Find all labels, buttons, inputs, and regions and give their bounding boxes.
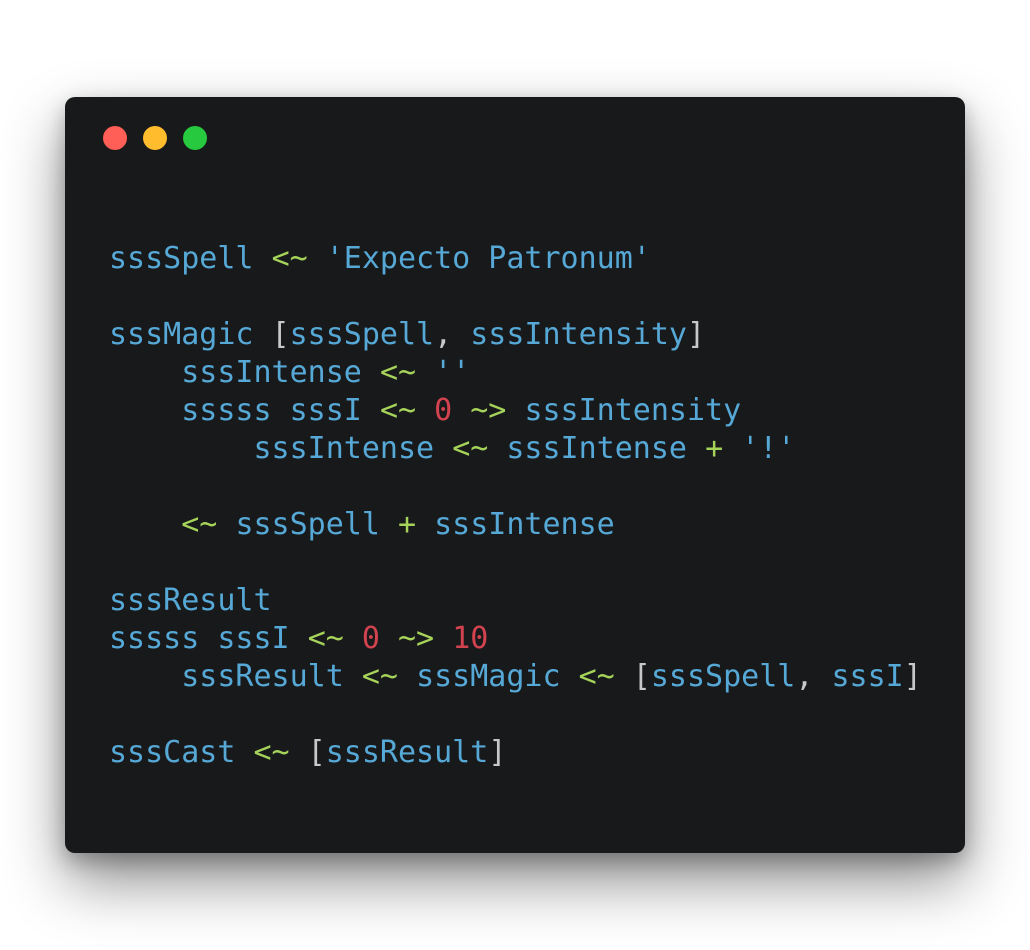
code-token-punc: [ [614,659,651,694]
code-token-punc: [ [253,317,290,352]
code-token-ident: sssI [831,659,904,694]
code-token-punc [434,431,452,466]
code-token-punc [398,659,416,694]
code-token-op: ~> [398,621,435,656]
code-token-ident: sssMagic [416,659,561,694]
code-token-punc [344,659,362,694]
code-token-op: <~ [253,735,290,770]
code-token-punc [308,241,326,276]
code-token-punc [488,431,506,466]
code-token-op: ~> [470,393,507,428]
code-token-punc [416,355,434,390]
code-token-punc [380,507,398,542]
code-token-punc [362,393,380,428]
code-token-num: 0 [434,393,453,428]
maximize-dot-icon[interactable] [183,126,207,150]
code-window: sssSpell <~ 'Expecto Patronum' sssMagic … [65,97,965,853]
minimize-dot-icon[interactable] [143,126,167,150]
code-token-op: + [705,431,724,466]
code-line: sssResult <~ sssMagic <~ [sssSpell, sssI… [109,658,922,696]
code-token-ident: sssIntensity [470,317,687,352]
code-token-ident: sssIntense [253,431,435,466]
code-token-num: 10 [452,621,489,656]
code-token-num: 0 [361,621,380,656]
code-token-punc [109,659,181,694]
code-line: sssIntense <~ '' [109,354,922,392]
code-line: sssResult [109,582,922,620]
code-token-ident: sssResult [325,735,489,770]
code-token-op: <~ [379,355,417,390]
code-token-ident: sssI [289,393,362,428]
code-token-op: <~ [578,659,615,694]
code-token-punc: ] [903,659,922,694]
code-token-ident: sssResult [109,583,272,618]
code-token-punc [109,355,181,390]
code-token-punc [723,431,741,466]
code-token-ident: sssSpell [235,507,380,542]
code-token-op: <~ [181,507,218,542]
code-token-str: '' [434,355,471,390]
code-token-op: <~ [379,393,417,428]
code-token-ident: sssss [181,393,272,428]
code-token-punc: ] [687,317,706,352]
code-token-punc [199,621,217,656]
code-line: <~ sssSpell + sssIntense [109,506,922,544]
code-token-punc [416,393,434,428]
code-line: sssMagic [sssSpell, sssIntensity] [109,316,922,354]
code-token-punc [561,659,579,694]
code-token-op: <~ [452,431,489,466]
code-token-punc [416,507,434,542]
code-token-punc: [ [289,735,326,770]
code-token-ident: sssIntensity [524,393,742,428]
code-token-punc [687,431,705,466]
code-token-ident: sssSpell [109,241,254,276]
code-token-punc [290,621,308,656]
code-token-str: 'Expecto Patronum' [325,241,651,276]
code-token-op: <~ [307,621,344,656]
window-controls [103,126,207,150]
code-token-str: '!' [741,431,796,466]
code-token-punc [254,241,272,276]
code-token-punc [506,393,524,428]
code-token-punc [272,393,290,428]
code-token-punc: ] [488,735,507,770]
code-token-punc [434,621,452,656]
code-token-punc [109,431,254,466]
code-token-ident: sssCast [109,735,236,770]
code-block: sssSpell <~ 'Expecto Patronum' sssMagic … [109,240,922,772]
code-token-ident: sssResult [181,659,344,694]
code-token-ident: sssIntense [506,431,687,466]
code-token-punc: , [795,659,832,694]
code-token-ident: sssss [109,621,200,656]
code-token-punc [362,355,380,390]
code-token-op: <~ [271,241,308,276]
code-line: sssSpell <~ 'Expecto Patronum' [109,240,922,278]
code-token-punc: , [434,317,471,352]
code-token-ident: sssSpell [289,317,435,352]
code-token-punc [380,621,398,656]
code-token-op: + [398,507,417,542]
code-line: sssss sssI <~ 0 ~> 10 [109,620,922,658]
code-token-op: <~ [361,659,398,694]
code-line: sssCast <~ [sssResult] [109,734,922,772]
code-token-punc [217,507,235,542]
code-token-punc [452,393,470,428]
code-token-ident: sssIntense [434,507,615,542]
code-line: sssss sssI <~ 0 ~> sssIntensity [109,392,922,430]
code-token-punc [109,507,181,542]
code-token-punc [344,621,362,656]
code-token-ident: sssSpell [650,659,796,694]
code-token-punc [109,393,181,428]
code-token-punc [235,735,253,770]
code-token-ident: sssMagic [109,317,254,352]
code-token-ident: sssI [217,621,290,656]
code-line: sssIntense <~ sssIntense + '!' [109,430,922,468]
close-dot-icon[interactable] [103,126,127,150]
code-token-ident: sssIntense [181,355,362,390]
